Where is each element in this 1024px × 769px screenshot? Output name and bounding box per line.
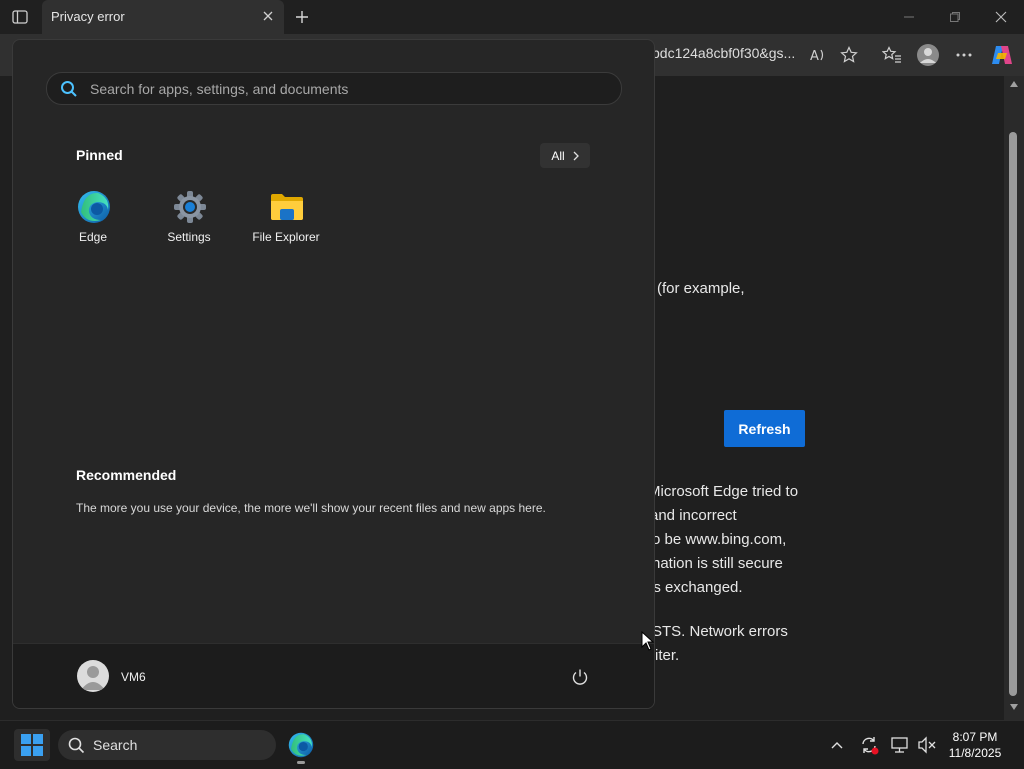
scroll-down-arrow-icon[interactable] <box>1008 702 1020 712</box>
pinned-heading: Pinned <box>76 147 123 163</box>
browser-tab-bar: Privacy error <box>0 0 1024 34</box>
close-icon[interactable] <box>260 8 276 24</box>
pinned-app-file-explorer[interactable]: File Explorer <box>241 190 331 250</box>
pinned-app-label: Settings <box>167 230 211 244</box>
chevron-up-icon[interactable] <box>826 734 848 756</box>
volume-muted-icon[interactable] <box>916 734 938 756</box>
tab-title: Privacy error <box>51 9 125 24</box>
page-text-line: and incorrect <box>650 507 737 524</box>
refresh-button[interactable]: Refresh <box>724 410 805 447</box>
page-text-example: (for example, <box>657 280 745 297</box>
minimize-icon[interactable] <box>894 6 924 28</box>
taskbar-search-label: Search <box>93 737 138 753</box>
pinned-app-edge[interactable]: Edge <box>48 190 138 250</box>
clock-time: 8:07 PM <box>952 730 998 744</box>
pinned-app-label: File Explorer <box>252 230 320 244</box>
sync-icon[interactable] <box>858 734 880 756</box>
address-bar-url[interactable]: bdc124a8cbf0f30&gs... <box>652 45 795 61</box>
page-text-line: nation is still secure <box>652 555 783 572</box>
search-icon <box>60 80 78 103</box>
scroll-thumb[interactable] <box>1009 132 1017 696</box>
taskbar-edge-icon[interactable] <box>286 729 316 761</box>
taskbar-search[interactable]: Search <box>58 730 276 760</box>
read-aloud-icon[interactable]: A <box>805 43 831 67</box>
settings-gear-icon <box>174 191 206 223</box>
recommended-heading: Recommended <box>76 467 177 483</box>
page-scrollbar[interactable] <box>1004 76 1024 720</box>
start-menu: Search for apps, settings, and documents… <box>12 39 655 709</box>
scroll-up-arrow-icon[interactable] <box>1008 79 1020 89</box>
more-options-icon[interactable] <box>951 43 977 67</box>
copilot-icon[interactable] <box>989 43 1015 67</box>
favorites-list-icon[interactable] <box>879 43 905 67</box>
folder-icon <box>271 194 303 220</box>
pinned-app-settings[interactable]: Settings <box>144 190 234 250</box>
user-name[interactable]: VM6 <box>121 670 146 684</box>
page-text-line: is exchanged. <box>650 579 743 596</box>
restore-icon[interactable] <box>940 6 970 28</box>
tab-privacy-error[interactable]: Privacy error <box>42 0 284 34</box>
windows-logo-icon <box>21 734 43 756</box>
user-avatar[interactable] <box>77 660 109 692</box>
all-apps-label: All <box>551 148 565 163</box>
page-text-line: o be www.bing.com, <box>652 531 787 548</box>
mouse-cursor-icon <box>641 631 655 651</box>
search-placeholder: Search for apps, settings, and documents <box>90 81 349 97</box>
search-icon <box>68 737 85 759</box>
start-menu-footer: VM6 <box>13 643 654 708</box>
favorite-star-icon[interactable] <box>836 43 862 67</box>
page-text-line: STS. Network errors <box>652 623 788 640</box>
page-text-line: Microsoft Edge tried to <box>648 483 799 500</box>
window-close-icon[interactable] <box>986 6 1016 28</box>
profile-avatar-icon[interactable] <box>915 43 941 67</box>
all-apps-button[interactable]: All <box>540 143 590 168</box>
taskbar-clock[interactable]: 8:07 PM 11/8/2025 <box>940 729 1010 761</box>
tab-actions-icon[interactable] <box>8 6 32 28</box>
svg-text:A: A <box>810 49 819 63</box>
power-icon[interactable] <box>569 666 591 688</box>
new-tab-plus-icon[interactable] <box>290 6 314 28</box>
running-indicator <box>297 761 305 764</box>
recommended-empty-text: The more you use your device, the more w… <box>76 501 546 515</box>
chevron-right-icon <box>573 151 579 160</box>
pinned-app-label: Edge <box>78 230 108 244</box>
network-icon[interactable] <box>889 734 911 756</box>
page-text-line: iter. <box>655 647 680 664</box>
edge-icon <box>78 191 110 223</box>
start-search-input[interactable]: Search for apps, settings, and documents <box>46 72 622 105</box>
start-button[interactable] <box>14 729 50 761</box>
clock-date: 11/8/2025 <box>948 746 1002 760</box>
taskbar: Search 8:07 PM 11/8/2025 <box>0 720 1024 769</box>
